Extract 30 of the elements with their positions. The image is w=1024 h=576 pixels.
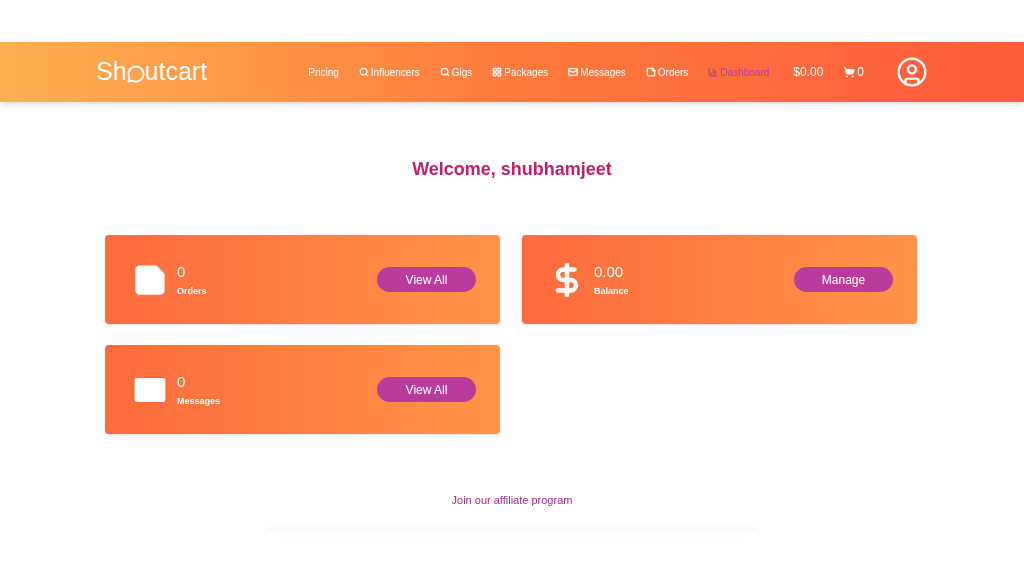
nav-link[interactable]: Packages [492, 64, 549, 80]
affiliate-link[interactable]: Join our affiliate program [451, 492, 573, 509]
nav-link[interactable]: Orders [645, 64, 689, 80]
nav-link[interactable]: Gigs [439, 64, 473, 80]
nav-link[interactable]: Messages [568, 64, 626, 80]
stat-value: 0 [177, 371, 187, 392]
search-icon [358, 67, 369, 77]
stat-label: Orders [177, 285, 207, 298]
balance-amount[interactable]: $0.00 [793, 63, 824, 81]
logo-text[interactable]: Sh [96, 53, 127, 91]
bar-chart-icon [708, 67, 719, 77]
card-action-button[interactable]: Manage [794, 267, 893, 292]
note-icon [645, 67, 656, 77]
stat-label: Messages [177, 395, 221, 408]
logo-text[interactable]: utcart [144, 53, 208, 91]
search-icon [439, 67, 450, 77]
cart-link[interactable]: 0 [843, 63, 864, 81]
speech-bubble-icon [126, 65, 145, 83]
nav-link[interactable]: Pricing [308, 64, 339, 80]
cart-icon [843, 66, 856, 78]
nav-link[interactable]: Influencers [358, 64, 420, 80]
avatar-icon[interactable] [896, 56, 928, 88]
card-action-button[interactable]: View All [377, 267, 476, 292]
welcome-heading: Welcome, shubhamjeet [411, 158, 613, 181]
card-action-button[interactable]: View All [377, 377, 476, 402]
stat-value: 0 [177, 261, 187, 282]
grid-icon [492, 67, 503, 77]
stat-label: Balance [594, 285, 629, 298]
stat-value: 0.00 [594, 261, 625, 282]
nav-link[interactable]: Dashboard [708, 64, 770, 80]
